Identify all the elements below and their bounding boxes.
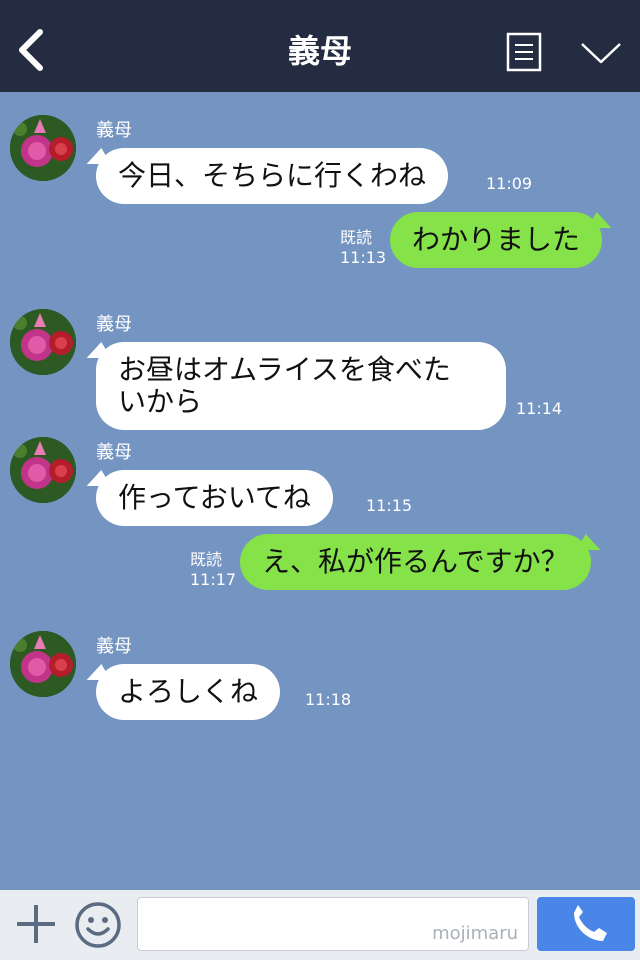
sender-name: 義母 bbox=[96, 120, 132, 141]
message-input-bar: mojimaru bbox=[0, 890, 640, 960]
menu-icon bbox=[506, 32, 542, 72]
message-line: お昼はオムライスを食べた bbox=[118, 353, 451, 386]
emoji-button[interactable] bbox=[74, 901, 122, 949]
smiley-icon bbox=[75, 902, 121, 948]
sender-name: 義母 bbox=[96, 442, 132, 463]
incoming-message[interactable]: 今日、そちらに行くわね bbox=[96, 148, 449, 204]
incoming-message[interactable]: 作っておいてね bbox=[96, 470, 333, 526]
read-receipt: 既読 bbox=[340, 228, 373, 247]
message-time: 11:09 bbox=[486, 174, 533, 193]
message-time: 11:17 bbox=[190, 570, 237, 589]
read-receipt: 既読 bbox=[190, 550, 223, 569]
avatar[interactable] bbox=[10, 631, 76, 697]
chat-header: 義母 bbox=[0, 0, 640, 92]
page-title: 義母 bbox=[287, 32, 352, 70]
incoming-message[interactable]: よろしくね bbox=[96, 664, 281, 720]
menu-button[interactable] bbox=[506, 32, 542, 72]
dropdown-button[interactable] bbox=[578, 38, 624, 68]
sender-name: 義母 bbox=[96, 636, 132, 657]
watermark-text: mojimaru bbox=[432, 923, 518, 944]
rose-avatar-image bbox=[10, 437, 76, 503]
message-line: いから bbox=[118, 385, 203, 418]
message-time: 11:14 bbox=[516, 399, 563, 418]
outgoing-message[interactable]: え、私が作るんですか？ bbox=[240, 534, 591, 590]
chat-area[interactable]: 義母 今日、そちらに行くわね 11:09 既読 11:13 わかりました 義母 … bbox=[0, 92, 640, 890]
avatar[interactable] bbox=[10, 309, 76, 375]
message-time: 11:18 bbox=[305, 690, 352, 709]
rose-avatar-image bbox=[10, 309, 76, 375]
rose-avatar-image bbox=[10, 115, 76, 181]
add-button[interactable] bbox=[14, 901, 58, 947]
chevron-down-icon bbox=[581, 43, 621, 64]
message-time: 11:15 bbox=[366, 496, 413, 515]
message-time: 11:13 bbox=[340, 248, 387, 267]
rose-avatar-image bbox=[10, 631, 76, 697]
call-button[interactable] bbox=[537, 897, 635, 951]
sender-name: 義母 bbox=[96, 314, 132, 335]
message-input[interactable]: mojimaru bbox=[137, 897, 529, 951]
avatar[interactable] bbox=[10, 437, 76, 503]
outgoing-message[interactable]: わかりました bbox=[390, 212, 603, 268]
plus-icon bbox=[17, 905, 55, 943]
phone-icon bbox=[574, 905, 607, 941]
avatar[interactable] bbox=[10, 115, 76, 181]
incoming-message[interactable]: お昼はオムライスを食べた いから bbox=[96, 342, 506, 430]
